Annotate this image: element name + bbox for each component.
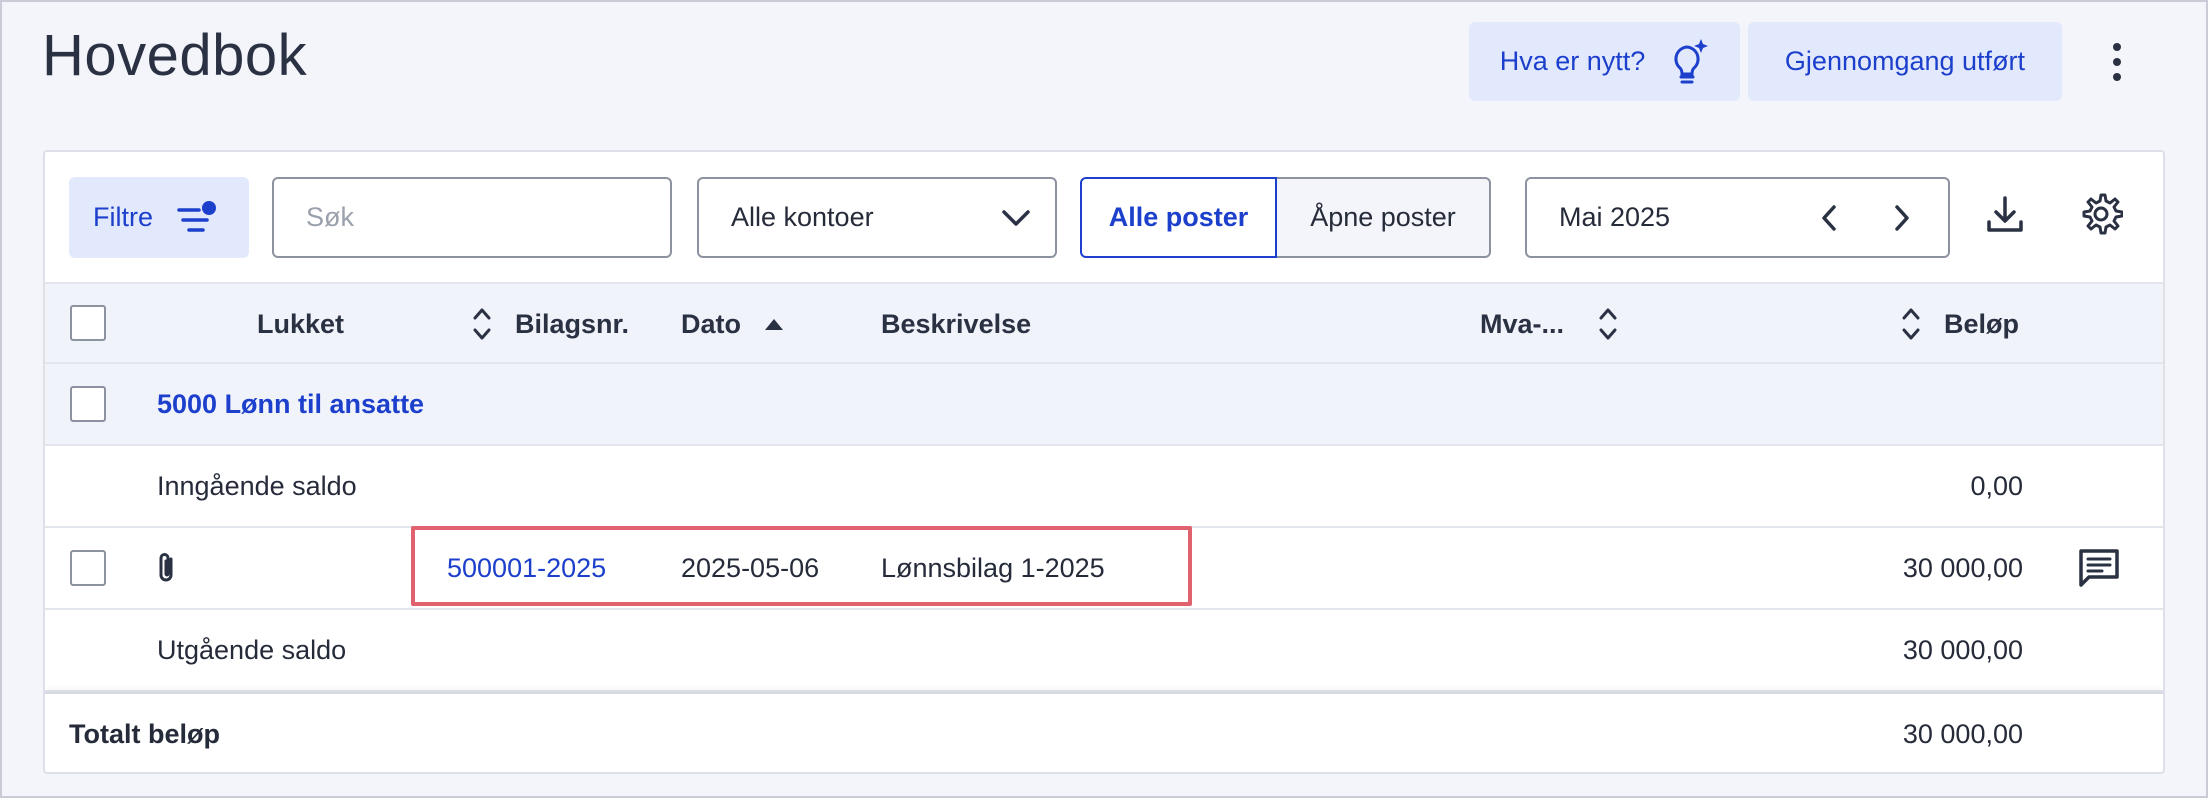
column-vat[interactable]: Mva-... [1480,284,1564,364]
filter-label: Filtre [93,202,153,232]
select-all-checkbox[interactable] [70,305,106,341]
row-checkbox[interactable] [70,550,106,586]
group-checkbox[interactable] [70,386,106,422]
opening-balance-row: Inngående saldo 0,00 [45,446,2163,528]
column-description[interactable]: Beskrivelse [881,284,1031,364]
account-group-link[interactable]: 5000 Lønn til ansatte [157,364,424,444]
column-voucher-no[interactable]: Bilagsnr. [515,284,629,364]
opening-balance-amount: 0,00 [1970,470,2023,501]
whats-new-label: Hva er nytt? [1499,46,1646,76]
search-field[interactable] [272,177,672,258]
chevron-down-icon [1002,209,1030,226]
filter-button[interactable]: Filtre [69,177,249,258]
period-picker: Mai 2025 [1525,177,1950,258]
closing-balance-amount: 30 000,00 [1902,634,2023,665]
sort-icon[interactable] [471,304,493,344]
accounts-select[interactable]: Alle kontoer [697,177,1057,258]
chevron-left-icon[interactable] [1812,199,1848,237]
sort-ascending-icon[interactable] [763,316,785,332]
segment-all-entries[interactable]: Alle poster [1080,177,1277,258]
toolbar: Filtre Alle kontoer Alle poster Åpne pos… [45,152,2163,282]
table-row: 500001-2025 2025-05-06 Lønnsbilag 1-2025… [45,528,2163,610]
table-header: Lukket Bilagsnr. Dato Beskrivelse Mva-..… [45,282,2163,364]
whats-new-button[interactable]: Hva er nytt? [1469,22,1740,101]
opening-balance-label: Inngående saldo [157,470,357,501]
entry-date: 2025-05-06 [681,552,820,583]
attachment-icon[interactable] [155,528,177,608]
closing-balance-row: Utgående saldo 30 000,00 [45,610,2163,692]
filter-icon [177,200,216,232]
download-icon[interactable] [1983,192,2027,236]
settings-gear-icon[interactable] [2079,192,2123,236]
segment-open-entries[interactable]: Åpne poster [1277,177,1491,258]
entry-description: Lønnsbilag 1-2025 [881,552,1105,583]
accounts-select-value: Alle kontoer [731,202,874,232]
review-done-button[interactable]: Gjennomgang utført [1748,22,2062,101]
lightbulb-sparkle-icon [1674,38,1709,83]
sort-icon[interactable] [1597,304,1619,344]
search-input[interactable] [306,202,660,233]
comment-icon[interactable] [2077,528,2121,608]
chevron-right-icon[interactable] [1883,199,1919,237]
period-value: Mai 2025 [1559,202,1671,232]
entry-amount: 30 000,00 [1902,552,2023,583]
closing-balance-label: Utgående saldo [157,634,347,665]
entries-toggle: Alle poster Åpne poster [1080,177,1491,258]
column-amount[interactable]: Beløp [1944,284,2019,364]
total-label: Totalt beløp [69,718,220,749]
column-date[interactable]: Dato [681,284,741,364]
sort-icon[interactable] [1900,304,1922,344]
account-group-row: 5000 Lønn til ansatte [45,364,2163,446]
total-amount: 30 000,00 [1902,718,2023,749]
more-menu-icon[interactable] [2100,40,2134,84]
column-closed[interactable]: Lukket [257,284,344,364]
ledger-card: Filtre Alle kontoer Alle poster Åpne pos… [43,150,2165,774]
total-row: Totalt beløp 30 000,00 [45,692,2163,772]
voucher-link[interactable]: 500001-2025 [447,528,606,608]
page-title: Hovedbok [42,23,308,88]
